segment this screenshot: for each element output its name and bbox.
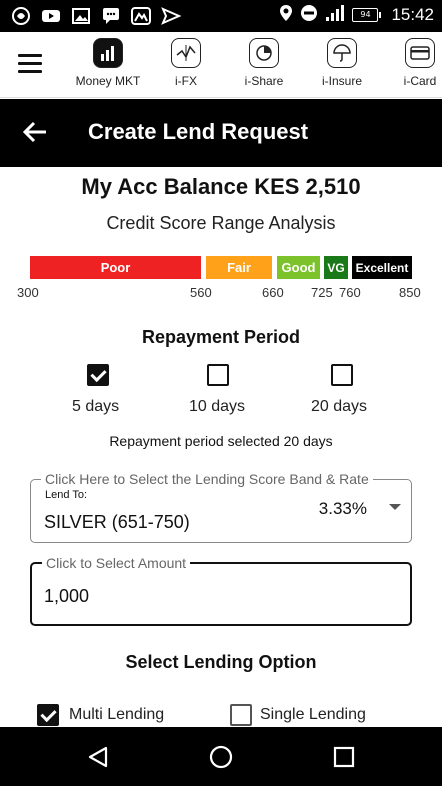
- menu-icon[interactable]: [18, 54, 42, 74]
- send-app-icon: [160, 5, 182, 27]
- score-band-excellent: Excellent: [352, 256, 412, 279]
- page-header: Create Lend Request: [0, 99, 442, 167]
- nav-label: i-FX: [175, 74, 197, 88]
- clock: 15:42: [391, 5, 434, 24]
- lending-band-select[interactable]: Click Here to Select the Lending Score B…: [30, 471, 412, 543]
- repayment-20-days-checkbox[interactable]: [331, 364, 353, 386]
- score-band-good: Good: [277, 256, 320, 279]
- nav-label: Money MKT: [75, 74, 141, 88]
- repayment-5-days-checkbox[interactable]: [87, 364, 109, 386]
- dropdown-arrow-icon[interactable]: [389, 504, 401, 510]
- single-lending-checkbox[interactable]: [230, 704, 252, 726]
- nav-share[interactable]: i-Share: [226, 38, 302, 88]
- score-band-poor: Poor: [30, 256, 201, 279]
- lending-option-title: Select Lending Option: [125, 652, 317, 672]
- nav-label: i-Card: [403, 74, 437, 88]
- nav-label: i-Insure: [321, 74, 362, 88]
- score-tick: 760: [339, 285, 361, 300]
- repayment-option-label: 5 days: [72, 398, 120, 415]
- home-circle-icon[interactable]: [209, 745, 233, 769]
- nav-label: i-Share: [244, 74, 284, 88]
- account-balance: My Acc Balance KES 2,510: [81, 174, 361, 199]
- lend-to-label: Lend To:: [45, 489, 88, 501]
- top-nav: Money MKT i-FX i-Share i-Insure i-Card: [0, 32, 442, 98]
- field-legend: Click to Select Amount: [42, 555, 191, 571]
- back-triangle-icon[interactable]: [86, 745, 110, 769]
- status-bar: 94 15:42: [0, 0, 442, 32]
- page-title: Create Lend Request: [88, 119, 309, 144]
- nav-money-market[interactable]: Money MKT: [70, 38, 146, 88]
- repayment-period-title: Repayment Period: [141, 327, 301, 347]
- score-band-fair: Fair: [206, 256, 272, 279]
- system-nav-bar: [0, 727, 442, 786]
- repayment-option-label: 20 days: [311, 398, 368, 415]
- location-icon: [279, 4, 293, 26]
- fx-chart-icon: [171, 38, 201, 68]
- youtube-icon: [40, 5, 62, 27]
- rate-value: 3.33%: [318, 499, 367, 518]
- share-chart-icon: [249, 38, 279, 68]
- battery-icon: 94: [352, 8, 382, 22]
- recents-square-icon[interactable]: [332, 745, 356, 769]
- score-tick: 300: [17, 285, 39, 300]
- multi-lending-checkbox[interactable]: [37, 704, 59, 726]
- umbrella-icon: [327, 38, 357, 68]
- band-value: SILVER (651-750): [44, 512, 190, 532]
- field-legend: Click Here to Select the Lending Score B…: [41, 471, 373, 487]
- nav-card[interactable]: i-Card: [382, 38, 442, 88]
- nav-insure[interactable]: i-Insure: [304, 38, 380, 88]
- lending-option-label: Multi Lending: [69, 706, 165, 723]
- message-icon: [100, 5, 122, 27]
- lending-option-label: Single Lending: [260, 706, 366, 723]
- do-not-disturb-icon: [300, 4, 318, 26]
- money-market-icon: [93, 38, 123, 68]
- score-tick: 850: [399, 285, 421, 300]
- credit-score-title: Credit Score Range Analysis: [106, 213, 336, 233]
- back-arrow-icon[interactable]: [22, 121, 48, 143]
- score-tick: 560: [190, 285, 212, 300]
- signal-icon: [325, 4, 345, 26]
- repayment-selected-note: Repayment period selected 20 days: [109, 433, 333, 449]
- score-tick: 660: [262, 285, 284, 300]
- score-band-very-good: VG: [324, 256, 348, 279]
- nav-fx[interactable]: i-FX: [148, 38, 224, 88]
- gallery-icon: [70, 5, 92, 27]
- app-notification-icon: [10, 5, 32, 27]
- amount-field[interactable]: Click to Select Amount 1,000: [30, 555, 412, 626]
- card-icon: [405, 38, 435, 68]
- repayment-option-label: 10 days: [189, 398, 246, 415]
- repayment-10-days-checkbox[interactable]: [207, 364, 229, 386]
- mountain-app-icon: [130, 5, 152, 27]
- amount-value: 1,000: [44, 586, 90, 606]
- score-tick: 725: [311, 285, 333, 300]
